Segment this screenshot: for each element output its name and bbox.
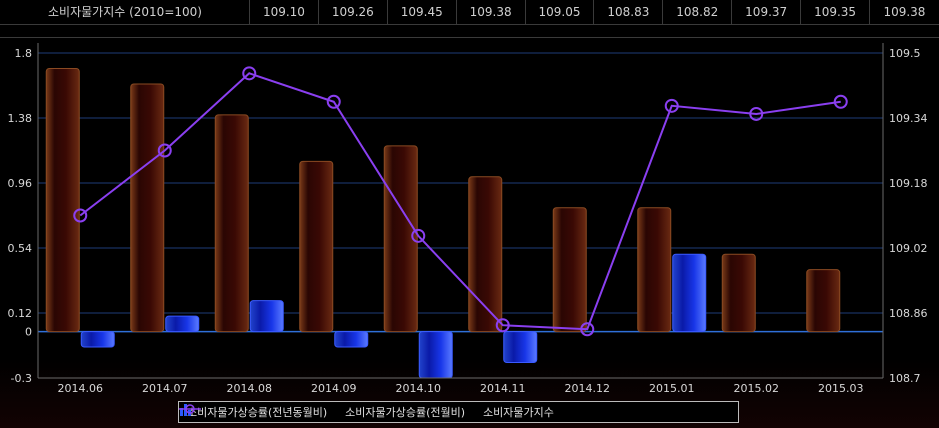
x-tick-label: 2014.08 <box>227 382 273 395</box>
y-left-tick-label: 0.96 <box>8 177 33 190</box>
y-right-tick-label: 109.5 <box>889 47 921 60</box>
y-right-tick-label: 108.86 <box>889 307 928 320</box>
legend-label-mom: 소비자물가상승률(전월비) <box>345 406 466 419</box>
chart-legend: 소비자물가상승률(전년동월비) 소비자물가상승률(전월비) 소비자물가지수 <box>178 401 739 423</box>
bar-yoy <box>214 114 249 333</box>
line-marker-icon <box>179 404 201 414</box>
bar-yoy <box>299 160 334 333</box>
bar-yoy <box>552 207 587 333</box>
y-left-tick-label: 0.12 <box>8 307 33 320</box>
x-tick-label: 2015.03 <box>818 382 864 395</box>
bar-mom <box>249 300 284 333</box>
x-tick-label: 2014.11 <box>480 382 526 395</box>
y-left-tick-label: 1.8 <box>15 47 33 60</box>
x-tick-label: 2014.07 <box>142 382 188 395</box>
bar-mom <box>503 331 538 364</box>
x-tick-label: 2015.02 <box>734 382 780 395</box>
y-left-tick-label: 0 <box>25 326 32 339</box>
y-right-tick-label: 109.18 <box>889 177 928 190</box>
legend-item-mom: 소비자물가상승률(전월비) <box>180 404 466 420</box>
legend-label-index: 소비자물가지수 <box>483 406 554 419</box>
y-right-tick-label: 109.02 <box>889 242 928 255</box>
y-right-tick-label: 108.7 <box>889 372 921 385</box>
x-tick-label: 2014.12 <box>565 382 611 395</box>
bar-mom <box>418 331 453 379</box>
bar-mom <box>80 331 115 348</box>
bar-yoy <box>45 67 80 333</box>
x-tick-label: 2014.09 <box>311 382 357 395</box>
bar-yoy <box>130 83 165 333</box>
legend-item-index: 소비자물가지수 <box>179 404 554 420</box>
combo-chart: 1.8 1.38 0.96 0.54 0.12 0 -0.3 109.5 109.34 109.1… <box>8 43 928 395</box>
bar-mom <box>165 315 200 333</box>
bar-mom <box>334 331 369 348</box>
legend-item-yoy: 소비자물가상승률(전년동월비) <box>180 404 328 420</box>
bar-yoy <box>637 207 672 333</box>
y-left-tick-label: 0.54 <box>8 242 33 255</box>
x-tick-label: 2014.06 <box>58 382 104 395</box>
legend-label-yoy: 소비자물가상승률(전년동월비) <box>187 406 328 419</box>
x-tick-label: 2015.01 <box>649 382 695 395</box>
x-tick-label: 2014.10 <box>396 382 442 395</box>
y-right-tick-label: 109.34 <box>889 112 928 125</box>
bar-yoy <box>468 176 503 333</box>
bar-yoy <box>721 253 756 333</box>
y-left-tick-label: -0.3 <box>11 372 32 385</box>
bar-yoy <box>806 269 841 333</box>
y-left-tick-label: 1.38 <box>8 112 33 125</box>
grid-lines <box>38 52 883 333</box>
bar-mom <box>672 253 707 333</box>
